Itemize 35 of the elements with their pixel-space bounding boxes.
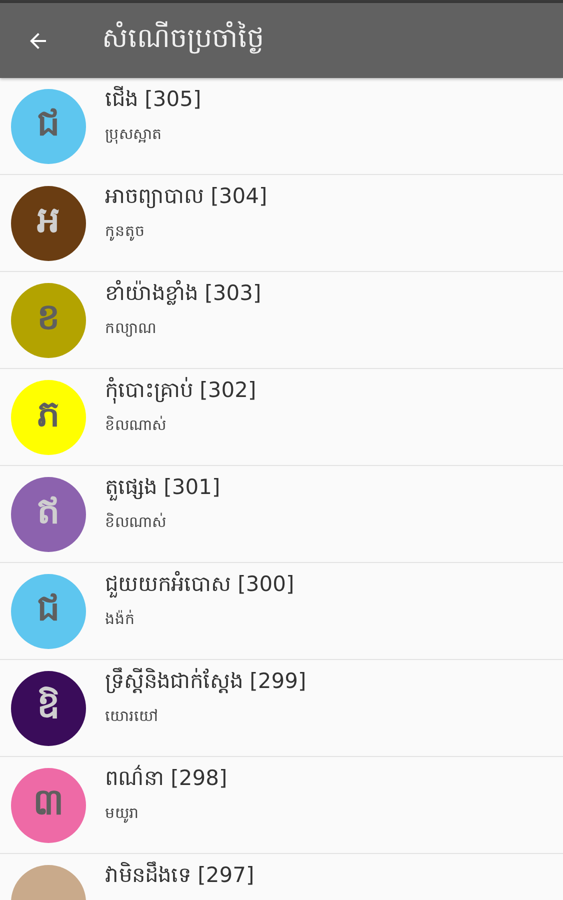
list-item[interactable]: ខ ខាំយ៉ាងខ្លាំង [303] កល្យាណ [0,272,563,369]
list-item[interactable]: អ អាចព្យាបាល [304] កូនតូច [0,175,563,272]
item-title: ជើង [305] [105,86,202,113]
item-title: អាចព្យាបាល [304] [105,183,268,210]
avatar-icon: ៣ [11,768,86,842]
list-item[interactable]: ជ ជួយយកអំបោស [300] ងង៉ក់ [0,563,563,660]
item-subtitle: ខិលណាស់ [105,513,167,533]
list-item[interactable]: ជ ជើង [305] ប្រុសស្អាត [0,78,563,175]
avatar-icon: ខ [11,282,86,358]
item-subtitle: យោរយៅ [105,707,159,727]
item-subtitle: ងង៉ក់ [105,610,136,630]
avatar-icon: ជ [11,574,86,648]
list-item[interactable]: ឥ តួផ្សេង [301] ខិលណាស់ [0,466,563,563]
item-title: ជួយយកអំបោស [300] [105,571,294,598]
avatar-icon: ភ [11,380,86,454]
avatar-icon: ឱ [11,670,86,746]
item-title: វាមិនដឹងទេ [297] [105,862,254,889]
avatar-icon: អ [11,186,86,260]
item-title: តួផ្សេង [301] [105,474,220,502]
item-title: ទ្រឹស្តីនិងជាក់ស្តែង [299] [105,668,306,696]
item-subtitle: កល្យាណ [105,319,157,339]
list-item[interactable]: ៣ ពណ៌នា [298] មយូរា [0,757,563,854]
item-title: ពណ៌នា [298] [105,765,228,792]
avatar-icon: ឥ [11,476,86,552]
item-subtitle: មយូរា [105,804,140,824]
list-item[interactable]: ភ កុំបោះគ្រាប់ [302] ខិលណាស់ [0,369,563,466]
list-item[interactable]: វាមិនដឹងទេ [297] [0,854,563,900]
item-subtitle: កូនតូច [105,222,146,242]
item-title: ខាំយ៉ាងខ្លាំង [303] [105,280,262,307]
item-subtitle: ប្រុសស្អាត [105,125,163,145]
screen-title: សំណើចប្រចាំថ្ងៃ [102,21,264,56]
avatar-icon: ជ [11,88,86,164]
item-title: កុំបោះគ្រាប់ [302] [105,377,256,404]
list-item[interactable]: ឱ ទ្រឹស្តីនិងជាក់ស្តែង [299] យោរយៅ [0,660,563,757]
item-subtitle: ខិលណាស់ [105,416,167,436]
